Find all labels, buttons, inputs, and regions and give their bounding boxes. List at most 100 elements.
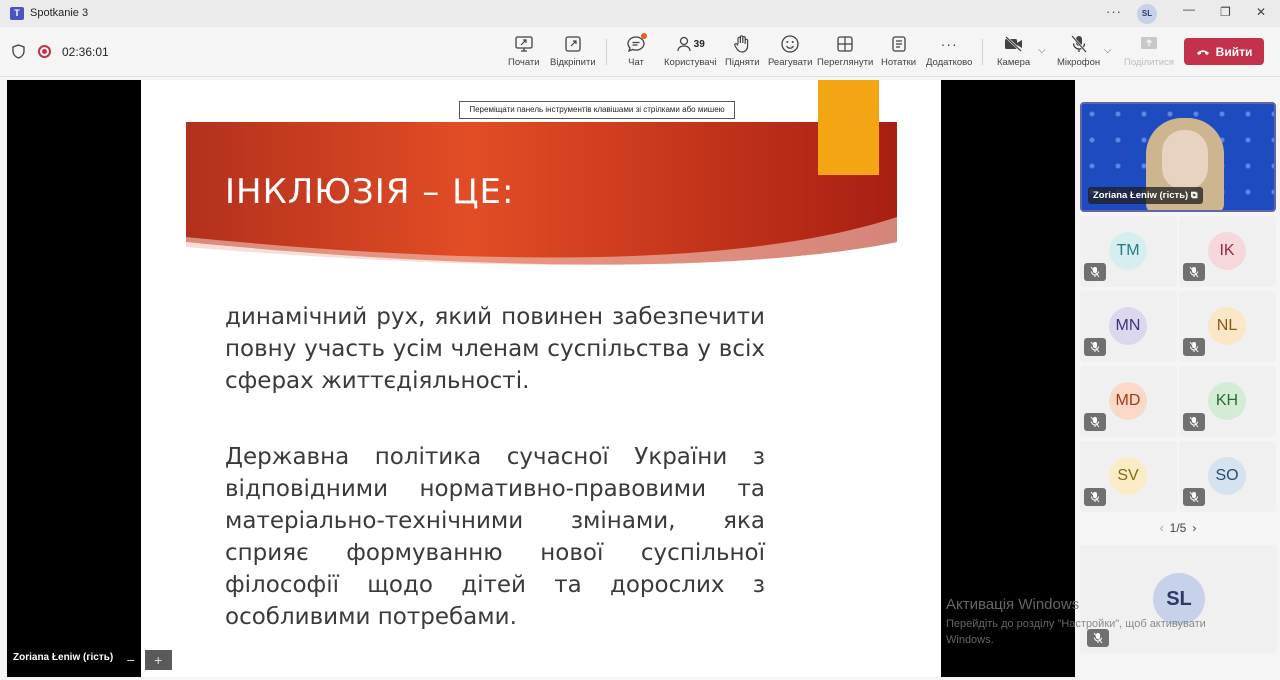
participant-tile[interactable]: IK [1179,216,1276,287]
zoom-control: − + [117,650,172,670]
shield-icon [12,44,25,59]
start-label: Почати [508,57,540,68]
chat-label: Чат [628,57,644,68]
mic-options-chevron-icon[interactable]: ⌵ [1104,45,1112,56]
next-page-icon[interactable]: › [1192,521,1196,535]
windows-activation-watermark: Активація Windows Перейдіть до розділу "… [946,596,1206,648]
user-avatar[interactable]: SL [1137,4,1157,24]
more-button[interactable]: ··· Додатково [926,33,972,73]
participant-avatar: TM [1109,232,1147,270]
toolbar-hint-tooltip: Переміщати панель інструментів клавішами… [459,101,735,119]
participant-tile[interactable]: MD [1080,366,1177,437]
participant-tile[interactable]: NL [1179,291,1276,362]
minimize-icon[interactable]: — [1183,2,1195,16]
shared-screen-stage: Переміщати панель інструментів клавішами… [7,80,1075,677]
participant-tile[interactable]: SO [1179,441,1276,512]
participant-avatar: SV [1109,457,1147,495]
notes-label: Нотатки [881,57,917,68]
presenter-name-tag: Zoriana Łeniw (гість) [13,652,114,663]
teams-logo-icon: T [10,7,24,20]
react-label: Реагувати [768,57,813,68]
participant-avatar: SO [1208,457,1246,495]
people-button[interactable]: 39 Користувачі [664,33,716,73]
mic-muted-icon [1084,413,1106,431]
people-icon: 39 [676,33,705,55]
participant-avatar: MD [1109,382,1147,420]
participant-tile[interactable]: SV [1080,441,1177,512]
people-label: Користувачі [664,57,717,68]
notification-dot [641,33,647,39]
accent-square [818,80,879,175]
meeting-timer: 02:36:01 [62,45,109,59]
raise-hand-button[interactable]: Підняти [725,33,760,73]
notes-button[interactable]: Нотатки [881,33,916,73]
screen-share-icon: ⧉ [1190,190,1198,201]
view-button[interactable]: Переглянути [817,33,873,73]
share-icon [1140,33,1158,55]
camera-label: Камера [997,57,1031,68]
share-button: Поділитися [1124,33,1174,73]
close-icon[interactable]: ✕ [1256,5,1266,19]
chat-icon [626,33,647,55]
start-button[interactable]: Почати [508,33,540,73]
participant-tile[interactable]: KH [1179,366,1276,437]
mic-muted-icon [1084,338,1106,356]
notes-icon [891,33,907,55]
mic-muted-icon [1183,263,1205,281]
people-count: 39 [693,38,705,50]
watermark-line-2: Windows. [946,634,994,646]
participant-avatar: NL [1208,307,1246,345]
tile-pager: ‹ 1/5 › [1148,521,1208,535]
leave-button[interactable]: Вийти [1184,38,1264,65]
chat-button[interactable]: Чат [626,33,647,73]
camera-button[interactable]: Камера [997,33,1030,73]
slide-paragraph-1: динамічний рух, який повинен забезпечити… [225,304,765,394]
more-options-icon[interactable]: ··· [1106,4,1122,19]
slide-paragraph-2: Державна політика сучасної України з від… [225,444,765,630]
toolbar-divider [606,39,607,65]
more-icon: ··· [940,36,958,52]
camera-options-chevron-icon[interactable]: ⌵ [1038,45,1046,56]
view-label: Переглянути [817,57,874,68]
participant-tile[interactable]: MN [1080,291,1177,362]
phone-icon [1196,49,1209,55]
participant-tile[interactable]: TM [1080,216,1177,287]
participant-avatar: MN [1109,307,1147,345]
mic-muted-icon [1183,338,1205,356]
mic-muted-icon [1084,488,1106,506]
speaker-name-tag: Zoriana Łeniw (гість) ⧉ [1088,187,1203,204]
emoji-icon [780,33,800,55]
slide-title: ІНКЛЮЗІЯ – ЦЕ: [225,172,515,212]
view-icon [836,33,854,55]
speaker-name: Zoriana Łeniw (гість) [1093,190,1189,201]
mic-muted-icon [1183,413,1205,431]
maximize-icon[interactable]: ❐ [1220,5,1231,19]
presentation-slide: Переміщати панель інструментів клавішами… [141,80,941,677]
more-label: Додатково [926,57,973,68]
mic-button[interactable]: Мікрофон [1057,33,1100,73]
record-icon [38,45,51,58]
watermark-title: Активація Windows [946,596,1080,613]
detach-button[interactable]: Відкріпити [550,33,596,73]
react-button[interactable]: Реагувати [768,33,812,73]
hand-icon [733,33,751,55]
zoom-out-button[interactable]: − [117,650,145,670]
raise-label: Підняти [725,57,760,68]
share-label: Поділитися [1124,57,1174,68]
participant-panel: Zoriana Łeniw (гість) ⧉ TM IK MN NL MD KH SV SO… [1078,80,1280,680]
prev-page-icon[interactable]: ‹ [1160,521,1164,535]
page-indicator: 1/5 [1169,521,1187,535]
camera-off-icon [1003,33,1025,55]
toolbar-divider [982,39,983,65]
watermark-line-1: Перейдіть до розділу "Настройки", щоб ак… [946,618,1206,630]
participant-avatar: IK [1208,232,1246,270]
share-screen-icon [514,33,534,55]
title-bar: T Spotkanie 3 ··· SL — ❐ ✕ [0,0,1280,27]
participant-avatar: KH [1208,382,1246,420]
meeting-toolbar: 02:36:01 Почати Відкріпити Чат 39 Корист… [0,27,1280,77]
mic-muted-icon [1183,488,1205,506]
window-title: Spotkanie 3 [30,7,89,19]
zoom-in-button[interactable]: + [144,650,172,670]
active-speaker-tile[interactable]: Zoriana Łeniw (гість) ⧉ [1080,102,1276,212]
speaker-face [1162,130,1208,190]
